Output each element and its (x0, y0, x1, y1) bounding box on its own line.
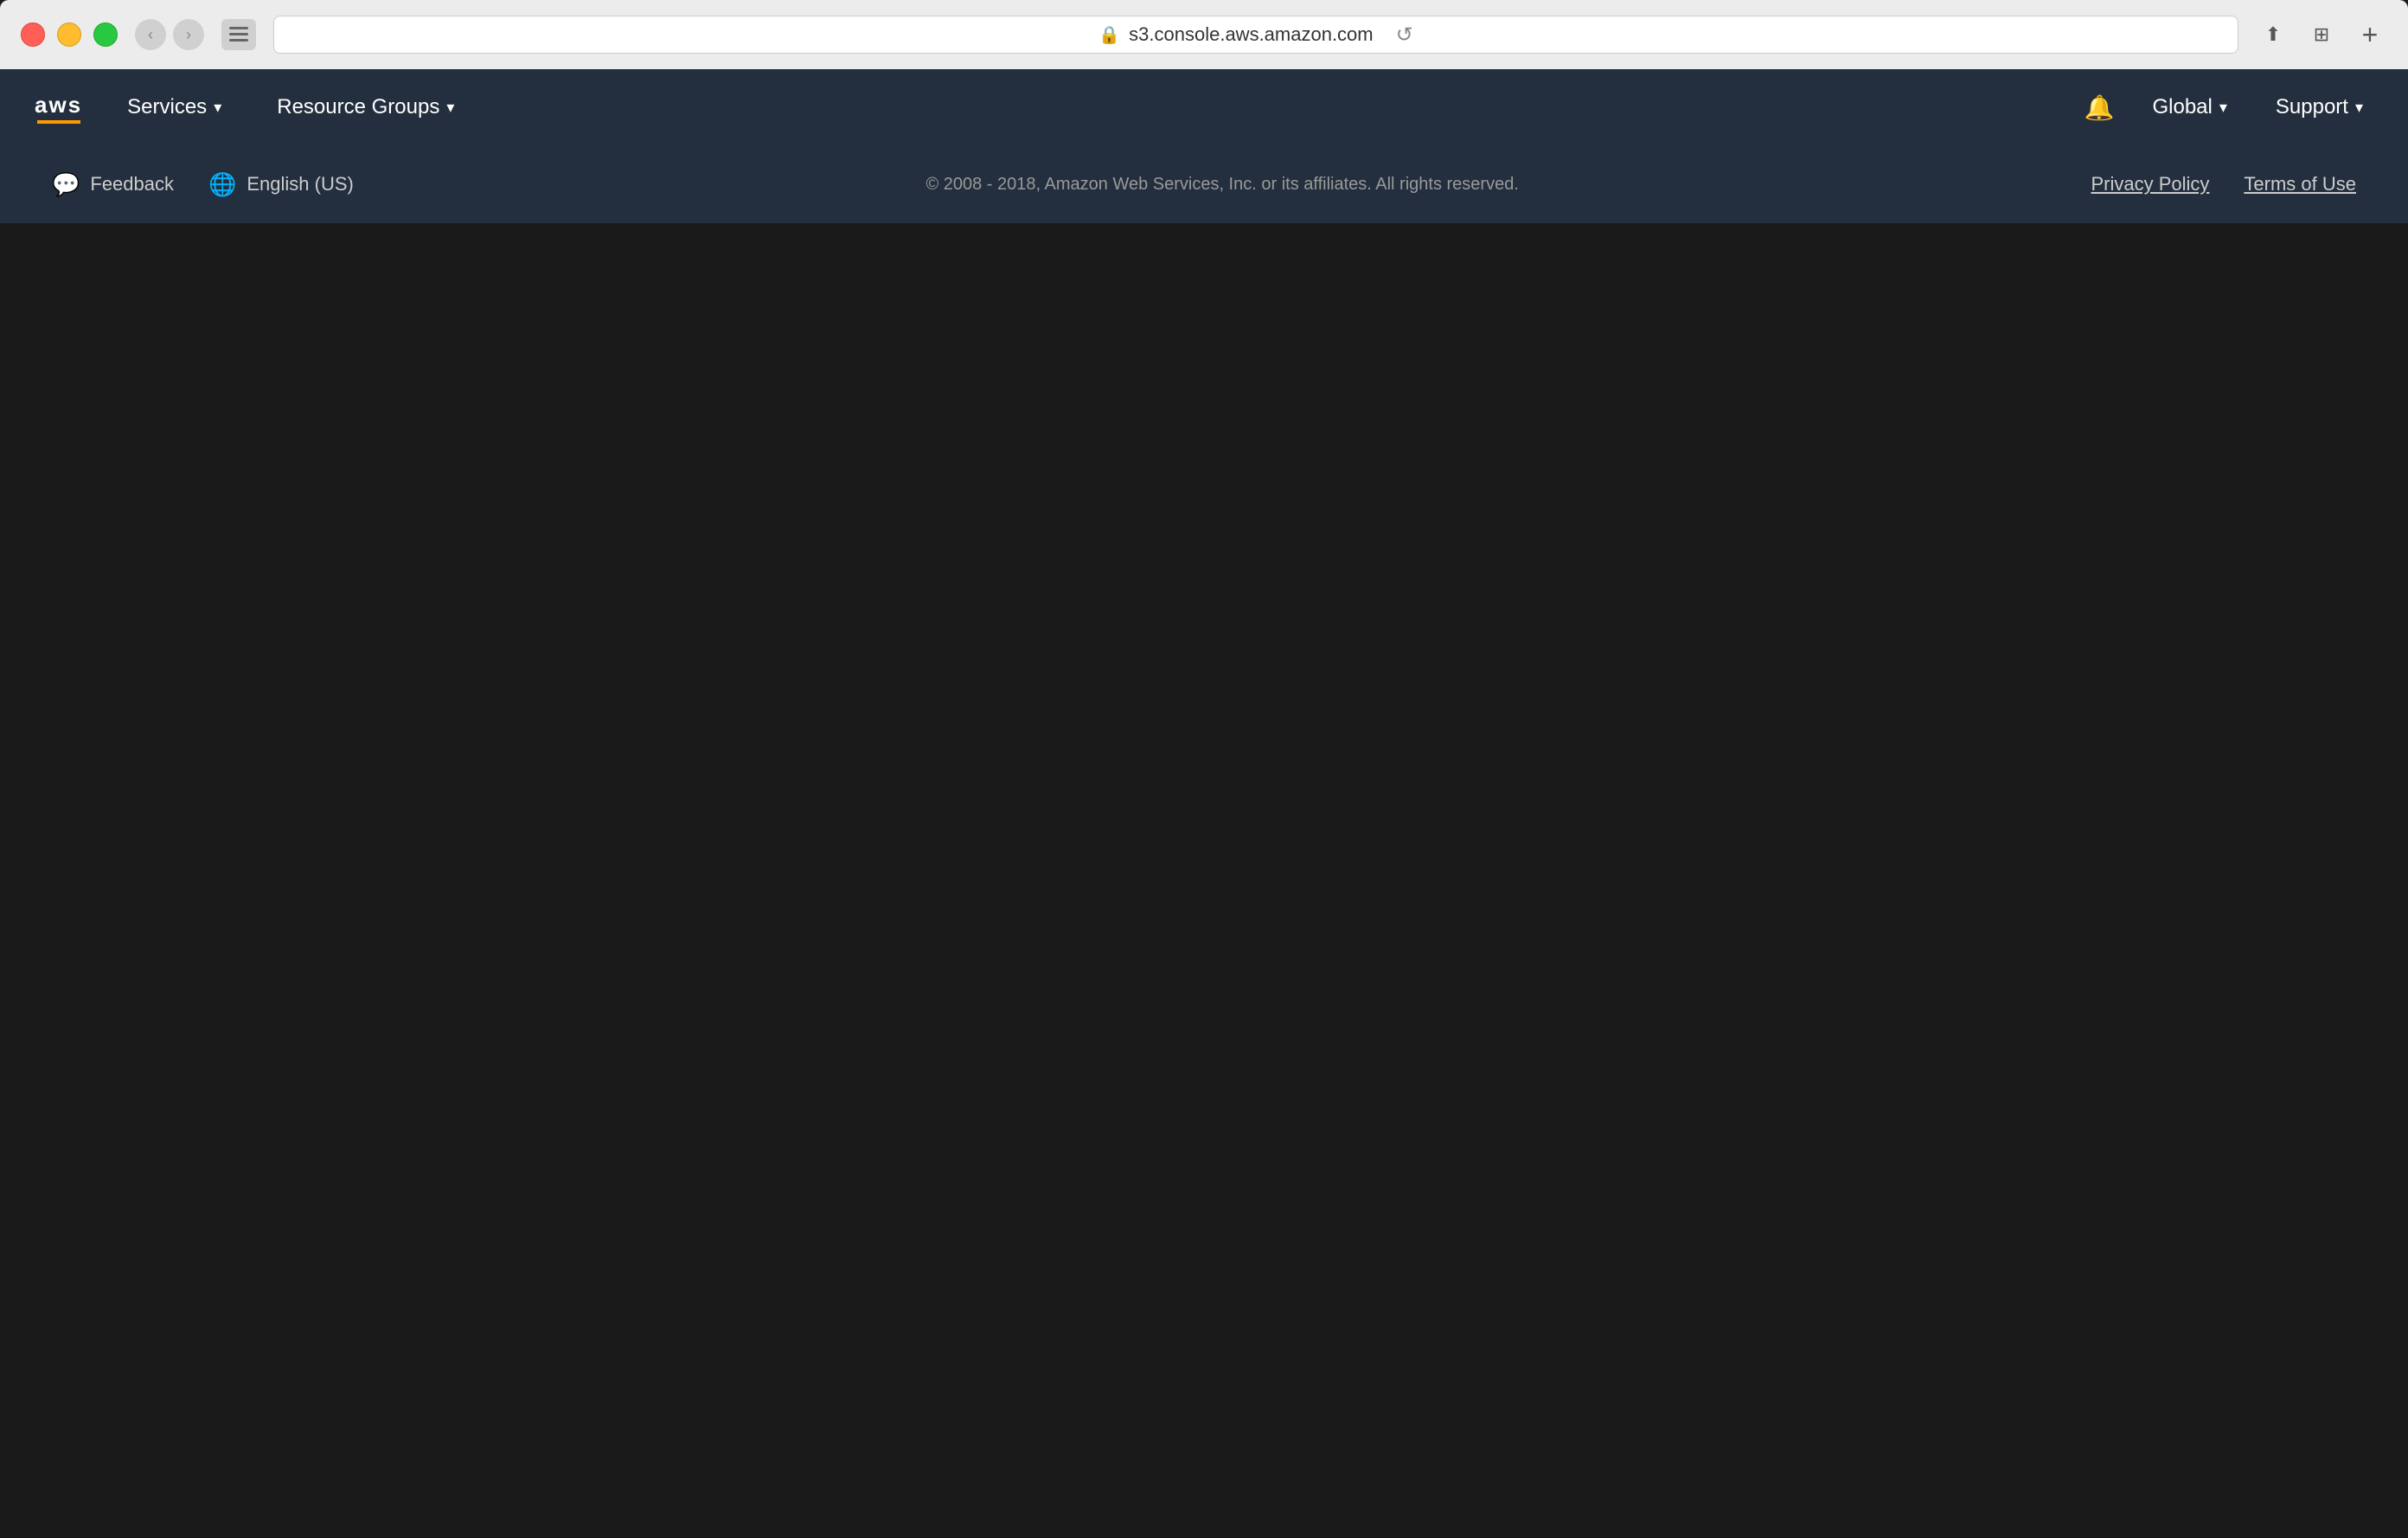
maximize-traffic-light[interactable] (93, 22, 118, 47)
resource-groups-nav-item[interactable]: Resource Groups ▾ (266, 88, 464, 126)
resource-groups-chevron-icon: ▾ (446, 99, 454, 117)
back-button[interactable]: ‹ (135, 19, 166, 50)
globe-icon: 🌐 (208, 171, 236, 198)
feedback-footer-item[interactable]: 💬 Feedback (52, 171, 174, 198)
forward-button[interactable]: › (173, 19, 204, 50)
minimize-traffic-light[interactable] (57, 22, 81, 47)
global-chevron-icon: ▾ (2219, 99, 2227, 117)
url-text: s3.console.aws.amazon.com (1129, 23, 1373, 46)
aws-logo-text: aws (35, 92, 82, 119)
new-tab-button[interactable]: ⊞ (2304, 17, 2339, 52)
footer-copyright: © 2008 - 2018, Amazon Web Services, Inc.… (388, 175, 2057, 195)
support-nav-item[interactable]: Support ▾ (2265, 88, 2373, 126)
sidebar-button[interactable] (221, 19, 256, 50)
feedback-label: Feedback (90, 173, 174, 195)
browser-titlebar: ‹ › 🔒 s3.console.aws.amazon.com ↺ ⬆ ⊞ + (21, 16, 2387, 69)
address-bar[interactable]: 🔒 s3.console.aws.amazon.com ↺ (273, 16, 2238, 54)
feedback-icon: 💬 (52, 171, 80, 198)
page-footer: 💬 Feedback 🌐 English (US) © 2008 - 2018,… (0, 145, 2408, 223)
nav-right: 🔔 Global ▾ Support ▾ (2085, 88, 2373, 126)
terms-of-use-link[interactable]: Terms of Use (2244, 173, 2356, 195)
close-traffic-light[interactable] (21, 22, 45, 47)
language-footer-item[interactable]: 🌐 English (US) (208, 171, 354, 198)
language-label: English (US) (247, 173, 353, 195)
global-nav-item[interactable]: Global ▾ (2142, 88, 2237, 126)
notification-bell-icon[interactable]: 🔔 (2085, 93, 2115, 122)
browser-actions: ⬆ ⊞ + (2256, 17, 2387, 52)
services-chevron-icon: ▾ (214, 99, 221, 117)
aws-nav: aws Services ▾ Resource Groups ▾ 🔔 Globa… (0, 69, 2408, 145)
aws-logo: aws (35, 92, 82, 124)
nav-buttons: ‹ › (135, 19, 204, 50)
browser-chrome: ‹ › 🔒 s3.console.aws.amazon.com ↺ ⬆ ⊞ + (0, 0, 2408, 69)
services-nav-item[interactable]: Services ▾ (117, 88, 232, 126)
lock-icon: 🔒 (1098, 24, 1120, 46)
reload-icon[interactable]: ↺ (1396, 22, 1413, 48)
add-button[interactable]: + (2353, 17, 2387, 52)
privacy-policy-link[interactable]: Privacy Policy (2091, 173, 2209, 195)
share-button[interactable]: ⬆ (2256, 17, 2290, 52)
aws-logo-bar (37, 120, 80, 124)
support-chevron-icon: ▾ (2355, 99, 2363, 117)
traffic-lights (21, 22, 118, 47)
